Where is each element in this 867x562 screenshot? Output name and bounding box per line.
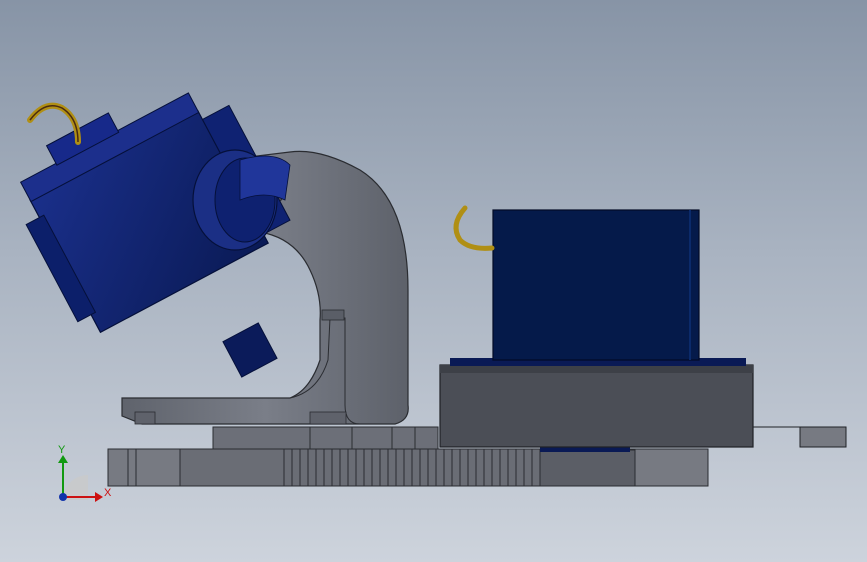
turntable-layer [212,426,439,450]
stepper-cable [453,205,495,251]
stepper-motor [492,209,700,361]
cad-viewport[interactable]: X Y [0,0,867,562]
x-axis-label: X [104,487,112,499]
assembly-model[interactable]: X Y [0,0,867,562]
motor-mount-plate [439,358,847,448]
base-gear-plate [107,446,709,487]
coordinate-triad-icon: X Y [58,444,112,502]
y-axis-label: Y [58,444,66,456]
